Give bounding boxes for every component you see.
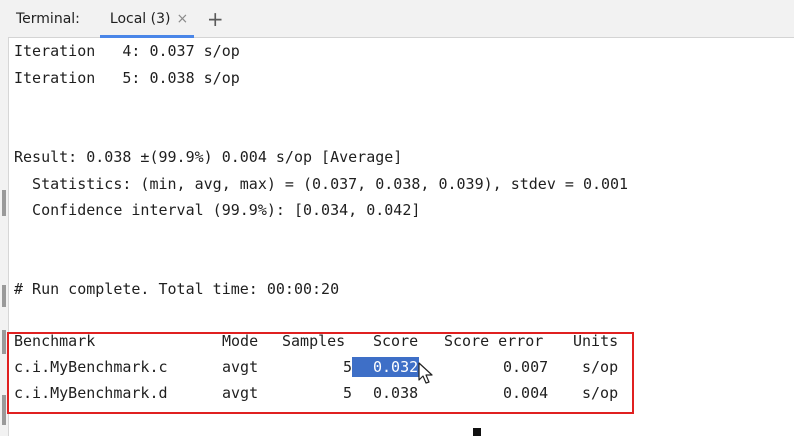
header-samples: Samples xyxy=(282,332,346,350)
terminal-window: Terminal: Local (3) × + Iteration 4: 0.0… xyxy=(0,0,794,436)
output-line-result: Result: 0.038 ±(99.9%) 0.004 s/op [Avera… xyxy=(14,148,403,166)
row-2-samples: 5 xyxy=(343,384,353,402)
header-score: Score xyxy=(373,332,419,350)
row-1-benchmark: c.i.MyBenchmark.c xyxy=(14,358,168,376)
row-1-score-error: 0.007 xyxy=(503,358,549,376)
row-1-mode: avgt xyxy=(222,358,259,376)
output-line-iteration-5: Iteration 5: 0.038 s/op xyxy=(14,69,240,87)
row-2-score: 0.038 xyxy=(373,384,419,402)
text-caret xyxy=(473,428,481,436)
row-2-score-error: 0.004 xyxy=(503,384,549,402)
header-score-error: Score error xyxy=(444,332,544,350)
output-line-run-complete: # Run complete. Total time: 00:00:20 xyxy=(14,280,340,298)
stripe-marker xyxy=(2,285,6,307)
stripe-marker xyxy=(2,330,6,354)
close-icon[interactable]: × xyxy=(176,11,188,27)
row-2-units: s/op xyxy=(582,384,619,402)
stripe-marker xyxy=(2,190,6,216)
mouse-pointer-icon xyxy=(418,362,433,384)
tab-local-3[interactable]: Local (3) × xyxy=(99,0,195,38)
header-units: Units xyxy=(573,332,619,350)
terminal-title: Terminal: xyxy=(16,10,80,27)
plus-icon[interactable]: + xyxy=(204,9,226,29)
output-line-confidence: Confidence interval (99.9%): [0.034, 0.0… xyxy=(14,201,421,219)
tab-label: Local (3) xyxy=(109,10,171,27)
row-1-samples: 5 xyxy=(343,358,353,376)
row-2-mode: avgt xyxy=(222,384,259,402)
header-mode: Mode xyxy=(222,332,259,350)
row-1-score-selected[interactable]: 0.032 xyxy=(352,357,420,377)
terminal-tab-bar: Terminal: Local (3) × + xyxy=(8,0,794,38)
row-1-units: s/op xyxy=(582,358,619,376)
output-line-statistics: Statistics: (min, avg, max) = (0.037, 0.… xyxy=(14,175,629,193)
stripe-marker xyxy=(2,395,6,425)
output-line-iteration-4: Iteration 4: 0.037 s/op xyxy=(14,42,240,60)
header-benchmark: Benchmark xyxy=(14,332,96,350)
row-2-benchmark: c.i.MyBenchmark.d xyxy=(14,384,168,402)
